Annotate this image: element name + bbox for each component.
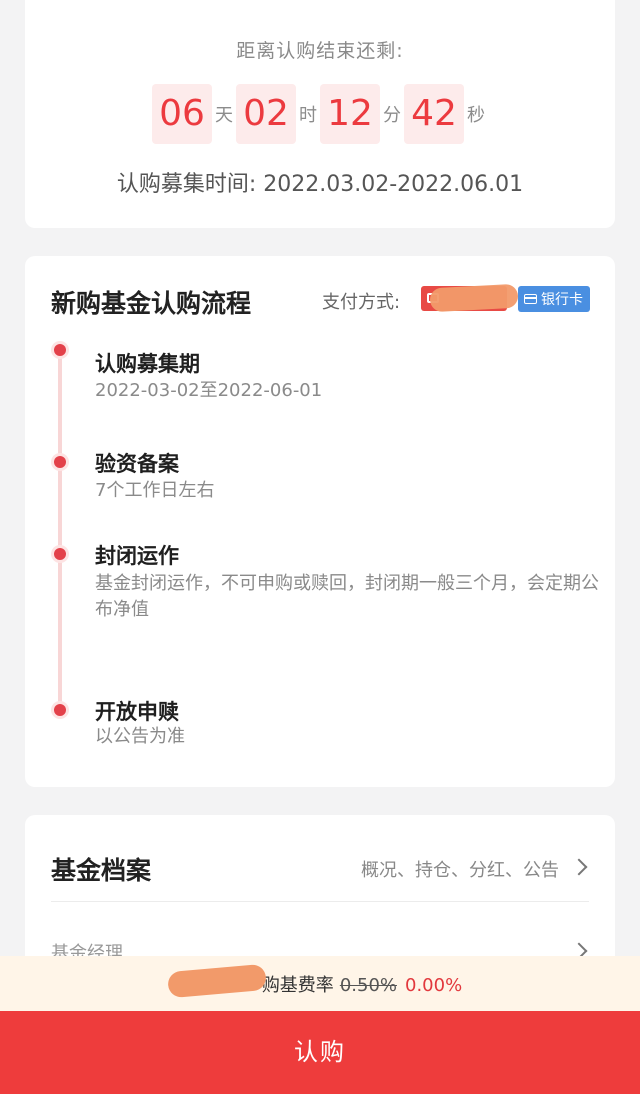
timeline-dot xyxy=(54,456,66,468)
payment-bank-card-badge[interactable]: 银行卡 xyxy=(518,286,590,312)
timeline-dot xyxy=(54,704,66,716)
countdown-seconds-unit: 秒 xyxy=(467,105,485,126)
bank-card-icon xyxy=(524,294,537,304)
divider xyxy=(51,901,589,902)
step-description: 2022-03-02至2022-06-01 xyxy=(95,380,323,401)
step-title: 认购募集期 xyxy=(95,352,200,376)
fee-rate-text: 购基费率 0.50% 0.00% xyxy=(0,971,640,997)
countdown-timer: 06 天 02 时 12 分 42 秒 xyxy=(25,84,615,144)
fund-file-title: 基金档案 xyxy=(51,856,152,885)
step-description: 以公告为准 xyxy=(95,726,185,747)
fund-subscription-page: 距离认购结束还剩: 06 天 02 时 12 分 42 秒 认购募集时间: 20… xyxy=(0,0,640,1094)
countdown-hours: 02 xyxy=(236,84,296,144)
chevron-right-icon[interactable] xyxy=(570,858,588,876)
fund-file-links[interactable]: 概况、持仓、分红、公告 xyxy=(361,856,559,882)
step-title: 开放申赎 xyxy=(95,700,179,724)
countdown-minutes: 12 xyxy=(320,84,380,144)
bank-card-label: 银行卡 xyxy=(541,292,583,308)
countdown-days-unit: 天 xyxy=(215,105,233,126)
countdown-seconds: 42 xyxy=(404,84,464,144)
countdown-minutes-unit: 分 xyxy=(383,105,401,126)
countdown-title: 距离认购结束还剩: xyxy=(236,40,404,62)
subscription-period-label: 认购募集时间: xyxy=(116,172,257,197)
timeline-dot xyxy=(54,548,66,560)
countdown-hours-unit: 时 xyxy=(299,105,317,126)
fee-new-rate: 0.00% xyxy=(405,975,463,996)
process-title: 新购基金认购流程 xyxy=(51,289,252,318)
step-description: 基金封闭运作，不可申购或赎回，封闭期一般三个月，会定期公布净值 xyxy=(95,573,599,620)
timeline-dot xyxy=(54,344,66,356)
redaction-scribble xyxy=(429,283,519,313)
step-title: 封闭运作 xyxy=(95,544,179,568)
subscription-period: 认购募集时间: 2022.03.02-2022.06.01 xyxy=(25,166,615,198)
countdown-days: 06 xyxy=(152,84,212,144)
countdown-card: 距离认购结束还剩: 06 天 02 时 12 分 42 秒 认购募集时间: 20… xyxy=(25,0,615,228)
subscribe-button[interactable]: 认购 xyxy=(0,1011,640,1094)
subscription-process-card: 新购基金认购流程 支付方式: 银行卡 认购募集期 2022-03-02至2022… xyxy=(25,256,615,787)
step-description: 7个工作日左右 xyxy=(95,480,215,501)
payment-method-label: 支付方式: xyxy=(322,292,401,313)
fee-rate-label: 购基费率 xyxy=(261,975,334,996)
subscription-period-value: 2022.03.02-2022.06.01 xyxy=(263,172,524,197)
fee-rate-bar: 购基费率 0.50% 0.00% xyxy=(0,956,640,1011)
timeline-line xyxy=(58,350,62,712)
fee-old-rate: 0.50% xyxy=(339,975,397,996)
step-title: 验资备案 xyxy=(95,452,179,476)
